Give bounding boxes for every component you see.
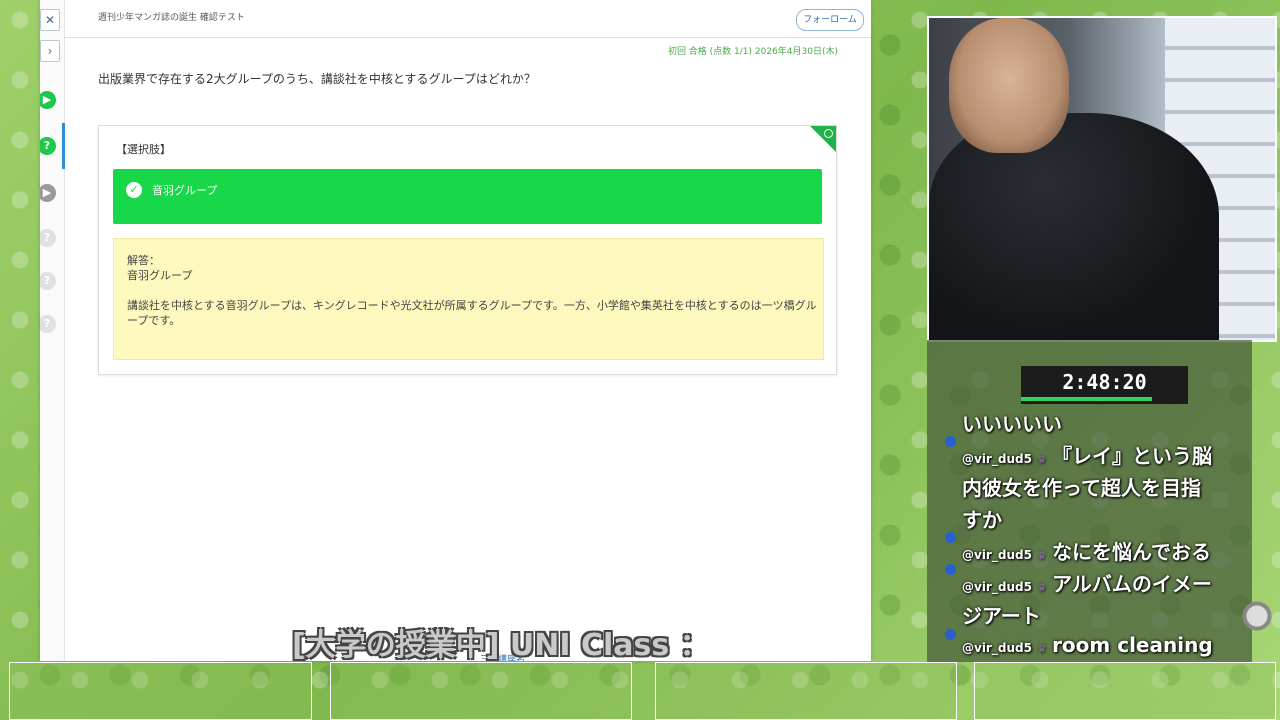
frame-slot [655, 662, 957, 720]
chat-message: いいいいい [962, 408, 1062, 437]
stream-caption: [大学の授業中] UNI Class ： [292, 628, 710, 663]
chat-username: @vir_dud5 [962, 580, 1032, 594]
answer-title: 解答： [127, 254, 160, 267]
active-indicator [62, 123, 65, 169]
chat-text: アルバムのイメー [1052, 572, 1212, 596]
person-head [949, 18, 1069, 153]
chat-dot-icon [945, 629, 956, 640]
question-disabled-icon[interactable]: ? [40, 229, 56, 247]
question-disabled-icon[interactable]: ? [40, 315, 56, 333]
correct-mark-icon [824, 129, 833, 138]
left-rail: ✕ › ▶ ? ▶ ? ? ? [40, 0, 65, 661]
crown-icon: ♕ [1037, 551, 1047, 562]
chevron-right-icon[interactable]: › [40, 40, 60, 62]
chat-message: ジアート [962, 600, 1041, 629]
play-icon[interactable]: ▶ [40, 91, 56, 109]
timer-progress-bar [1021, 397, 1152, 401]
chat-text: 内彼女を作って超人を目指 [962, 476, 1201, 500]
webcam-feed [927, 16, 1277, 342]
chat-message: @vir_dud5 ♕ なにを悩んでおる [962, 536, 1211, 565]
choice-correct[interactable]: ✓ 音羽グループ [113, 169, 822, 224]
follow-button[interactable]: フォーローム [796, 9, 864, 31]
divider [64, 37, 871, 38]
chat-message: すか [962, 504, 1002, 533]
play-disabled-icon[interactable]: ▶ [40, 184, 56, 202]
choices-panel: 【選択肢】 ✓ 音羽グループ 解答： 音羽グループ 講談社を中核とする音羽グルー… [98, 125, 837, 375]
chat-text: 『レイ』という脳 [1052, 444, 1213, 468]
check-icon: ✓ [126, 182, 142, 198]
browser-window: ✕ › ▶ ? ▶ ? ? ? 週刊少年マンガ誌の誕生 確認テスト フォーローム… [40, 0, 871, 661]
explanation-text: 講談社を中核とする音羽グループは、キングレコードや光文社が所属するグループです。… [127, 299, 817, 327]
question-icon[interactable]: ? [40, 137, 56, 155]
chat-text: ジアート [962, 604, 1041, 628]
crown-icon: ♕ [1037, 644, 1047, 655]
chat-text: room cleaning [1052, 633, 1213, 657]
person-body [929, 113, 1219, 340]
chat-username: @vir_dud5 [962, 452, 1032, 466]
chat-message: @vir_dud5 ♕ room cleaning [962, 633, 1213, 657]
page-title: 週刊少年マンガ誌の誕生 確認テスト [98, 13, 245, 23]
choices-label: 【選択肢】 [116, 143, 171, 156]
answer-value: 音羽グループ [127, 269, 193, 282]
chat-dot-icon [945, 532, 956, 543]
choice-label: 音羽グループ [152, 184, 218, 197]
chat-text: すか [962, 508, 1002, 532]
chat-username: @vir_dud5 [962, 641, 1032, 655]
chat-text: いいいいい [962, 412, 1062, 436]
chat-message: @vir_dud5 ♕ アルバムのイメー [962, 568, 1212, 597]
question-text: 出版業界で存在する2大グループのうち、講談社を中核とするグループはどれか？ [98, 72, 536, 86]
close-icon[interactable]: ✕ [40, 9, 60, 31]
result-meta: 初回 合格 (点数 1/1) 2026年4月30日(木) [667, 47, 838, 57]
chat-dot-icon [945, 564, 956, 575]
frame-slot [974, 662, 1276, 720]
frame-slot [9, 662, 312, 720]
crown-icon: ♕ [1037, 583, 1047, 594]
crown-icon: ♕ [1037, 455, 1047, 466]
chat-message: @vir_dud5 ♕ 『レイ』という脳 [962, 440, 1212, 469]
frame-slot [330, 662, 632, 720]
question-disabled-icon[interactable]: ? [40, 272, 56, 290]
chat-username: @vir_dud5 [962, 548, 1032, 562]
follow-label: フォーローム [803, 15, 857, 25]
answer-explanation-box: 解答： 音羽グループ 講談社を中核とする音羽グループは、キングレコードや光文社が… [113, 238, 824, 360]
chat-text: なにを悩んでおる [1052, 540, 1212, 564]
chat-dot-icon [945, 436, 956, 447]
chat-message: 内彼女を作って超人を目指 [962, 472, 1201, 501]
mascot-sprite [1240, 600, 1274, 640]
bottom-frames [0, 662, 1280, 720]
